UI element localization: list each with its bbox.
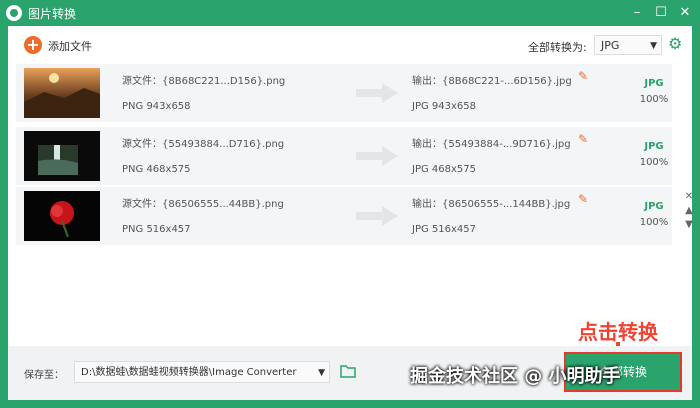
source-file-name: 源文件：{86506555...44BB}.png (122, 199, 284, 210)
minimize-button[interactable]: – (628, 4, 646, 22)
thumbnail-mountain (24, 68, 100, 118)
source-file-info: PNG 943x658 (122, 101, 191, 112)
thumbnail-waterfall (24, 131, 100, 181)
file-row[interactable]: 源文件：{86506555...44BB}.png PNG 516x457 输出… (16, 187, 672, 245)
source-file-info: PNG 468x575 (122, 164, 191, 175)
file-row[interactable]: 源文件：{55493884...D716}.png PNG 468x575 输出… (16, 127, 672, 185)
edit-icon[interactable]: ✎ (578, 69, 590, 83)
row-format[interactable]: JPG (632, 78, 676, 89)
edit-icon[interactable]: ✎ (578, 132, 590, 146)
row-format[interactable]: JPG (632, 141, 676, 152)
maximize-button[interactable]: ☐ (652, 4, 670, 22)
row-progress: 100% (639, 217, 669, 228)
output-format-select[interactable]: JPG ▼ (594, 35, 662, 55)
window-title: 图片转换 (28, 7, 77, 21)
output-file-name: 输出：{8B68C221-...6D156}.jpg (412, 76, 572, 87)
output-file-info: JPG 943x658 (412, 101, 476, 112)
output-file-name: 输出：{55493884-...9D716}.jpg (412, 139, 571, 150)
arrow-right-icon (356, 146, 398, 166)
chevron-down-icon: ▼ (650, 41, 657, 51)
toolbar: + 添加文件 全部转换为: JPG ▼ ⚙ (8, 26, 692, 64)
save-to-label: 保存至： (24, 370, 64, 381)
row-format[interactable]: JPG (632, 201, 676, 212)
file-row[interactable]: 源文件：{8B68C221...D156}.png PNG 943x658 输出… (16, 64, 672, 122)
main-panel: + 添加文件 全部转换为: JPG ▼ ⚙ 源文件：{8B68C221...D1… (8, 26, 694, 400)
output-file-info: JPG 468x575 (412, 164, 476, 175)
row-progress: 100% (639, 157, 669, 168)
output-format-value: JPG (601, 39, 620, 52)
app-logo-icon (6, 5, 22, 21)
output-file-name: 输出：{86506555-...144BB}.jpg (412, 199, 571, 210)
output-file-info: JPG 516x457 (412, 224, 476, 235)
plus-icon[interactable]: + (24, 36, 42, 54)
convert-all-label: 全部转换为: (528, 41, 587, 54)
file-list: 源文件：{8B68C221...D156}.png PNG 943x658 输出… (16, 64, 694, 270)
row-up-icon[interactable]: ▲ (684, 204, 694, 217)
annotation-text: 点击转换 (578, 320, 658, 344)
arrow-right-icon (356, 206, 398, 226)
row-down-icon[interactable]: ▼ (684, 218, 694, 231)
source-file-info: PNG 516x457 (122, 224, 191, 235)
source-file-name: 源文件：{8B68C221...D156}.png (122, 76, 286, 87)
edit-icon[interactable]: ✎ (578, 192, 590, 206)
row-remove-icon[interactable]: ✕ (684, 190, 694, 203)
row-progress: 100% (639, 94, 669, 105)
add-files-button[interactable]: 添加文件 (48, 38, 92, 54)
watermark-text: 掘金技术社区 @ 小明助手 (410, 366, 621, 387)
gear-icon[interactable]: ⚙ (668, 36, 684, 52)
folder-icon[interactable] (340, 364, 356, 378)
save-path-select[interactable]: D:\数据蛙\数据蛙视频转换器\Image Converter ▼ (74, 361, 330, 383)
source-file-name: 源文件：{55493884...D716}.png (122, 139, 285, 150)
arrow-right-icon (356, 83, 398, 103)
close-button[interactable]: ✕ (676, 4, 694, 22)
title-bar: 图片转换 – ☐ ✕ (0, 0, 700, 26)
thumbnail-flower (24, 191, 100, 241)
save-path-value: D:\数据蛙\数据蛙视频转换器\Image Converter (81, 367, 297, 378)
chevron-down-icon: ▼ (318, 368, 325, 378)
